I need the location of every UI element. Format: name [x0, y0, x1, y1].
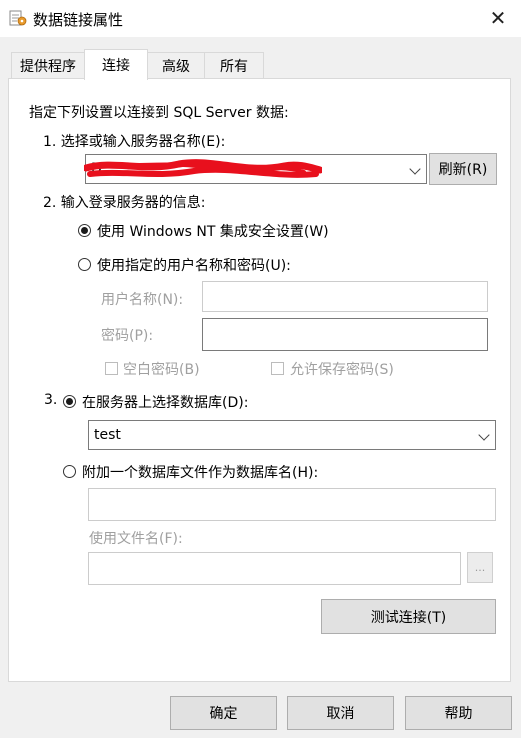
- step2-label: 2. 输入登录服务器的信息:: [43, 195, 206, 211]
- allow-save-password-checkbox[interactable]: [271, 362, 284, 375]
- cancel-button-label: 取消: [326, 706, 355, 722]
- server-name-combo[interactable]: D: [85, 154, 427, 184]
- windows-nt-radio[interactable]: [78, 224, 91, 237]
- password-input[interactable]: [202, 318, 488, 351]
- refresh-button[interactable]: 刷新(R): [429, 153, 497, 185]
- select-database-label[interactable]: 在服务器上选择数据库(D):: [82, 392, 248, 412]
- test-connection-button[interactable]: 测试连接(T): [321, 599, 496, 634]
- close-button[interactable]: ✕: [475, 0, 521, 36]
- browse-button[interactable]: ...: [467, 552, 493, 583]
- connection-panel: 指定下列设置以连接到 SQL Server 数据: 1. 选择或输入服务器名称(…: [8, 78, 511, 682]
- server-name-value: D: [91, 161, 102, 177]
- blank-password-checkbox[interactable]: [105, 362, 118, 375]
- blank-password-label: 空白密码(B): [123, 362, 200, 378]
- close-icon: ✕: [489, 6, 507, 30]
- tab-advanced-label: 高级: [162, 59, 190, 75]
- select-database-radio[interactable]: [63, 395, 76, 408]
- attach-file-label[interactable]: 附加一个数据库文件作为数据库名(H):: [82, 462, 318, 482]
- attach-file-radio[interactable]: [63, 465, 76, 478]
- attach-db-name-input[interactable]: [88, 488, 496, 521]
- ok-button-label: 确定: [209, 706, 238, 722]
- tab-connection-label: 连接: [102, 58, 130, 74]
- chevron-down-icon[interactable]: [409, 163, 421, 175]
- refresh-button-label: 刷新(R): [438, 162, 488, 178]
- step1-label: 1. 选择或输入服务器名称(E):: [43, 134, 226, 150]
- ellipsis-icon: ...: [474, 561, 486, 574]
- dialog-footer: 确定 取消 帮助: [0, 682, 521, 738]
- tab-all[interactable]: 所有: [204, 52, 264, 79]
- tab-all-label: 所有: [220, 59, 248, 75]
- username-input[interactable]: [202, 281, 488, 312]
- test-connection-label: 测试连接(T): [370, 609, 447, 626]
- filename-input[interactable]: [88, 552, 461, 585]
- specific-user-radio[interactable]: [78, 258, 91, 271]
- window-title: 数据链接属性: [33, 11, 124, 29]
- windows-nt-label[interactable]: 使用 Windows NT 集成安全设置(W): [97, 221, 329, 241]
- database-properties-icon: [9, 10, 27, 26]
- tab-connection[interactable]: 连接: [84, 49, 148, 80]
- intro-text: 指定下列设置以连接到 SQL Server 数据:: [29, 105, 289, 121]
- title-bar: 数据链接属性 ✕: [0, 0, 521, 37]
- tab-provider-label: 提供程序: [20, 59, 76, 75]
- username-label: 用户名称(N):: [101, 292, 184, 308]
- specific-user-label[interactable]: 使用指定的用户名称和密码(U):: [97, 255, 291, 275]
- tab-advanced[interactable]: 高级: [147, 52, 205, 79]
- allow-save-password-label: 允许保存密码(S): [290, 362, 394, 378]
- ok-button[interactable]: 确定: [170, 696, 277, 730]
- database-combo[interactable]: test: [88, 420, 496, 450]
- tab-provider[interactable]: 提供程序: [11, 52, 85, 79]
- password-label: 密码(P):: [101, 328, 154, 344]
- chevron-down-icon[interactable]: [478, 429, 490, 441]
- database-value: test: [94, 427, 121, 443]
- use-filename-label: 使用文件名(F):: [89, 531, 183, 547]
- help-button[interactable]: 帮助: [405, 696, 512, 730]
- cancel-button[interactable]: 取消: [287, 696, 394, 730]
- step3-label: 3.: [44, 392, 58, 408]
- help-button-label: 帮助: [444, 706, 473, 722]
